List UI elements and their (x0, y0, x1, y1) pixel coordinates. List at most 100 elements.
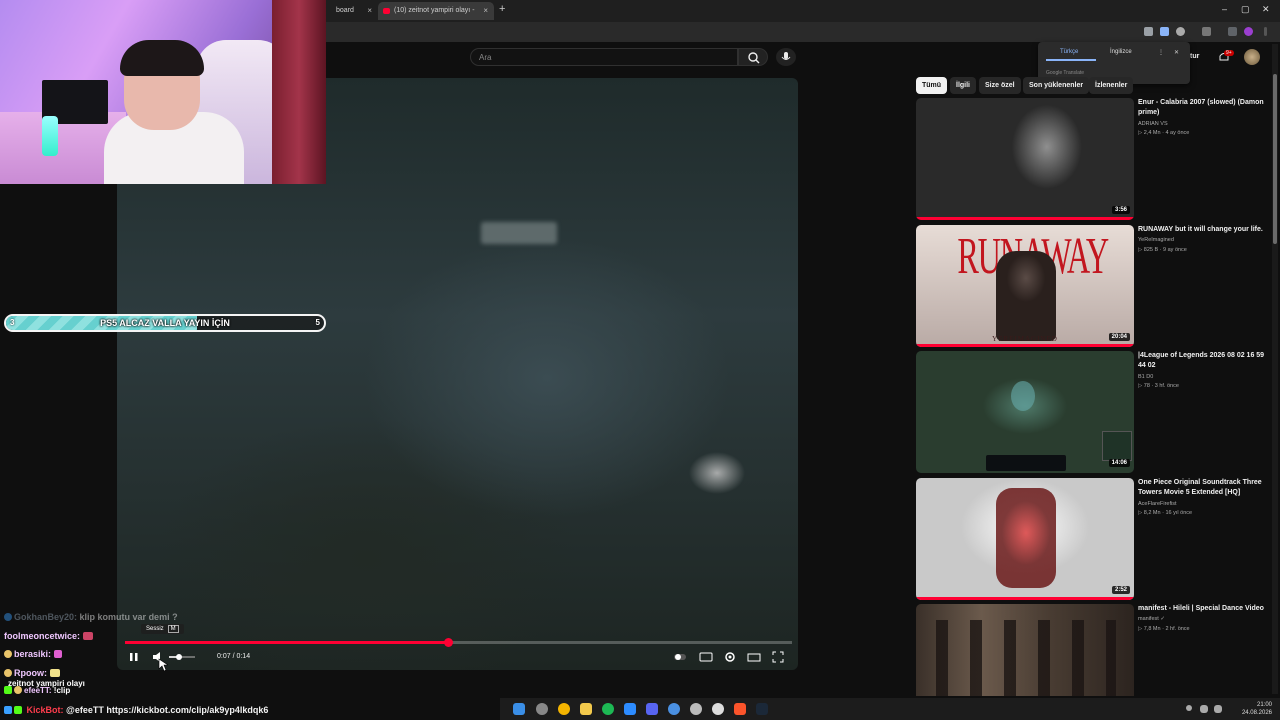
recommendation-title[interactable]: One Piece Original Soundtrack Three Towe… (1138, 478, 1268, 498)
network-icon[interactable] (1200, 705, 1208, 713)
progress-bar[interactable] (125, 638, 792, 647)
browser-tab[interactable]: board × (326, 2, 376, 20)
close-window-button[interactable]: ✕ (1262, 4, 1270, 15)
chat-message: GokhanBey20: klip komutu var demi ? (4, 612, 178, 622)
thumbnail-figure (996, 251, 1056, 341)
tab-close-icon[interactable]: × (483, 2, 488, 20)
bookmark-star-icon[interactable] (1176, 27, 1185, 36)
goal-label: PS5 ALCAZ VALLA YAYIN İÇİN (100, 318, 230, 328)
chat-emote-icon (82, 632, 93, 640)
tab-close-icon[interactable]: × (367, 2, 372, 20)
tooltip-label: Sessiz (146, 626, 164, 632)
chat-username: berasiki: (14, 649, 52, 659)
chip-for-you[interactable]: Size özel (979, 77, 1021, 94)
search-icon (748, 52, 760, 64)
recommendation-meta: ▷ 7,8 Mn · 2 hf. önce (1138, 626, 1190, 632)
brave-icon[interactable] (734, 703, 746, 715)
recommendation-title[interactable]: manifest - Hileli | Special Dance Video (1138, 604, 1268, 614)
translate-extension-icon[interactable] (1144, 27, 1153, 36)
fullscreen-icon[interactable] (771, 650, 785, 664)
chat-message: foolmeoncetwice: (4, 631, 95, 641)
app-icon[interactable] (624, 703, 636, 715)
recommendation-title[interactable]: RUNAWAY but it will change your life. (1138, 225, 1268, 235)
recommendation-title[interactable]: Enur - Calabria 2007 (slowed) (Damon pri… (1138, 98, 1268, 118)
steam-icon[interactable] (756, 703, 768, 715)
thumbnail-figures (936, 620, 1116, 696)
recommendation-item[interactable]: RUNAWAY YEREIMAGINED 20:04 RUNAWAY but i… (916, 225, 1270, 347)
discord-icon[interactable] (646, 703, 658, 715)
translate-target-tab[interactable]: İngilizce (1110, 49, 1132, 55)
settings-gear-icon[interactable] (712, 703, 724, 715)
league-gameplay-thumbnail[interactable]: 14:06 (916, 351, 1134, 473)
profile-avatar[interactable] (1244, 27, 1253, 36)
sidebar-icon[interactable] (1228, 27, 1237, 36)
mouse-cursor-icon (158, 658, 168, 672)
recommendation-channel[interactable]: B1 D0 (1138, 374, 1153, 380)
recommendation-item[interactable]: 2:52 One Piece Original Soundtrack Three… (916, 478, 1270, 600)
translate-close-icon[interactable]: ✕ (1174, 49, 1179, 56)
recommendation-item[interactable]: manifest - Hileli | Special Dance Video … (916, 604, 1270, 696)
system-clock[interactable]: 21:00 24.08.2026 (1242, 701, 1272, 717)
chrome-icon[interactable] (558, 703, 570, 715)
chat-username: GokhanBey20: (14, 612, 78, 622)
browser-tab-active[interactable]: (10) zeitnot yampiri olayı - × (378, 2, 494, 20)
recommendation-channel[interactable]: ADRIAN VS (1138, 121, 1168, 127)
address-bar[interactable] (326, 22, 1280, 42)
chip-related[interactable]: İlgili (950, 77, 976, 94)
tooltip-key: M (167, 625, 179, 633)
autoplay-toggle-icon[interactable] (673, 650, 687, 664)
tab-label: board (336, 7, 354, 14)
tray-chevron-icon[interactable] (1186, 705, 1192, 711)
voice-search-button[interactable] (776, 48, 796, 66)
recommendation-item[interactable]: 14:06 |4League of Legends 2026 08 02 16 … (916, 351, 1270, 473)
account-avatar[interactable] (1244, 49, 1260, 65)
chat-message: berasiki: (4, 649, 64, 659)
recommendation-meta: ▷ 2,4 Mn · 4 ay önce (1138, 130, 1190, 136)
translate-options-icon[interactable]: ⋮ (1158, 49, 1164, 56)
thumbnail-subtitle-text: YEREIMAGINED (992, 335, 1058, 343)
damon-portrait-thumbnail[interactable]: 3:56 (916, 98, 1134, 220)
progress-fill (125, 641, 449, 644)
pause-icon[interactable] (127, 650, 141, 664)
spotify-icon[interactable] (602, 703, 614, 715)
recommendation-channel[interactable]: AceFlareFirefist (1138, 501, 1177, 507)
menu-dots-icon[interactable] (1264, 27, 1267, 36)
subtitles-icon[interactable] (699, 650, 713, 664)
windows-start-icon[interactable] (513, 703, 525, 715)
chip-recent[interactable]: Son yüklenenler (1023, 77, 1090, 94)
translate-source-tab[interactable]: Türkçe (1060, 49, 1078, 55)
chat-message: Rpoow: (4, 668, 62, 678)
dance-group-thumbnail[interactable] (916, 604, 1134, 696)
recommendation-title[interactable]: |4League of Legends 2026 08 02 16 59 44 … (1138, 351, 1268, 371)
search-icon[interactable] (536, 703, 548, 715)
blurred-video-element (481, 222, 557, 244)
settings-gear-icon[interactable] (723, 650, 737, 664)
minimize-button[interactable]: – (1222, 4, 1227, 14)
maximize-button[interactable]: ▢ (1241, 4, 1250, 15)
search-button[interactable] (738, 48, 768, 66)
volume-slider[interactable] (167, 650, 197, 664)
translate-active-icon[interactable] (1160, 27, 1169, 36)
recommendation-item[interactable]: 3:56 Enur - Calabria 2007 (slowed) (Damo… (916, 98, 1270, 220)
new-tab-button[interactable]: + (499, 3, 505, 15)
obs-icon[interactable] (690, 703, 702, 715)
chat-badge-icon (14, 686, 22, 694)
recommendation-channel[interactable]: manifest ✓ (1138, 616, 1165, 622)
header-partial-label[interactable]: tur (1190, 53, 1199, 60)
chat-badge-icon (4, 686, 12, 694)
luffy-art-thumbnail[interactable]: 2:52 (916, 478, 1134, 600)
theater-mode-icon[interactable] (747, 650, 761, 664)
scrollbar-thumb[interactable] (1273, 74, 1277, 244)
progress-scrubber[interactable] (444, 638, 454, 647)
file-explorer-icon[interactable] (580, 703, 592, 715)
runaway-cover-thumbnail[interactable]: RUNAWAY YEREIMAGINED 20:04 (916, 225, 1134, 347)
search-input[interactable]: Ara (470, 48, 738, 66)
speaker-icon[interactable] (1214, 705, 1222, 713)
recommendation-channel[interactable]: YeReImagined (1138, 237, 1174, 243)
chip-watched[interactable]: İzlenenler (1089, 77, 1134, 94)
app-icon[interactable] (668, 703, 680, 715)
page-scrollbar[interactable] (1272, 44, 1278, 694)
chat-text: klip komutu var demi ? (79, 612, 178, 622)
extensions-icon[interactable] (1202, 27, 1211, 36)
chip-all[interactable]: Tümü (916, 77, 948, 94)
